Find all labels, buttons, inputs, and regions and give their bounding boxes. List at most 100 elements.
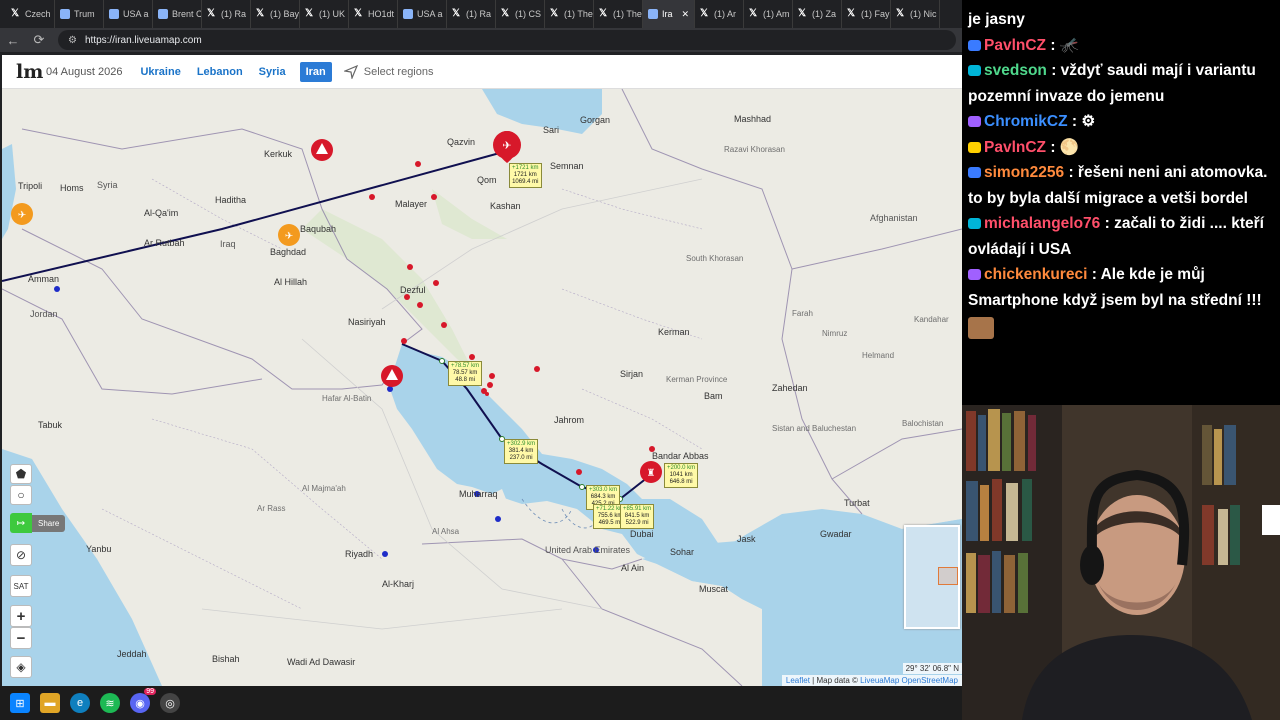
site-info-icon[interactable]: ⚙ bbox=[68, 35, 77, 46]
chat-badge-icon bbox=[968, 269, 981, 281]
browser-tab[interactable]: USA a bbox=[104, 0, 153, 28]
chat-username[interactable]: michalangelo76 bbox=[984, 215, 1100, 232]
browser-tab[interactable]: 𝕏 (1) Fay bbox=[842, 0, 891, 28]
map-label-bam: Bam bbox=[704, 391, 723, 401]
chat-message: chickenkureci : Ale kde je můj Smartphon… bbox=[968, 262, 1274, 313]
region-lebanon[interactable]: Lebanon bbox=[195, 62, 245, 82]
chat-username[interactable]: svedson bbox=[984, 62, 1047, 79]
stream-chat: je jasny PavlnCZ : 🦟 svedson : vždyť saud… bbox=[962, 0, 1280, 405]
region-ukraine[interactable]: Ukraine bbox=[138, 62, 182, 82]
browser-tab[interactable]: 𝕏 HO1dt bbox=[349, 0, 398, 28]
emote-image bbox=[968, 317, 994, 339]
measurement-label: +1721 km 1721 km 1069.4 mi bbox=[509, 163, 542, 188]
url-text: https://iran.liveuamap.com bbox=[84, 34, 202, 46]
url-field[interactable]: ⚙ https://iran.liveuamap.com bbox=[58, 30, 956, 50]
minimap-viewport[interactable] bbox=[938, 567, 958, 585]
region-iran[interactable]: Iran bbox=[299, 61, 332, 82]
chat-username[interactable]: chickenkureci bbox=[984, 266, 1087, 283]
map-label-jask: Jask bbox=[737, 534, 756, 544]
measure-km: 1041 km bbox=[669, 472, 693, 478]
close-tab-icon[interactable]: ✕ bbox=[681, 9, 689, 20]
browser-tab[interactable]: 𝕏 (1) Ra bbox=[447, 0, 496, 28]
chat-emote-icon: ⚙ bbox=[1081, 113, 1096, 130]
back-icon[interactable]: ← bbox=[6, 33, 20, 48]
obs-icon[interactable]: ◎ bbox=[160, 693, 180, 713]
provider-link[interactable]: LiveuaMap OpenStreetMap bbox=[860, 676, 958, 685]
eye-slash-icon: ⊘ bbox=[15, 548, 27, 562]
browser-tab[interactable]: 𝕏 (1) UK bbox=[300, 0, 349, 28]
map-label-uae: United Arab Emirates bbox=[545, 545, 631, 555]
browser-tab[interactable]: 𝕏 (1) CS bbox=[496, 0, 545, 28]
browser-tab[interactable]: 𝕏 (1) Am bbox=[744, 0, 793, 28]
draw-polygon-button[interactable]: ⬟ bbox=[10, 464, 32, 484]
share-control[interactable]: ↦ Share bbox=[10, 513, 66, 533]
hide-markers-button[interactable]: ⊘ bbox=[10, 544, 32, 566]
chat-username[interactable]: ChromikCZ bbox=[984, 113, 1068, 130]
map-label-al-hillah: Al Hillah bbox=[274, 277, 308, 287]
map-label-haditha: Haditha bbox=[215, 195, 247, 205]
browser-tab[interactable]: 𝕏 (1) Ra bbox=[202, 0, 251, 28]
chat-message: svedson : vždyť saudi mají i variantu po… bbox=[968, 58, 1274, 109]
layers-button[interactable]: ◈ bbox=[10, 656, 32, 678]
browser-tab[interactable]: 𝕏 (1) Bay bbox=[251, 0, 300, 28]
spotify-icon[interactable]: ≋ bbox=[100, 693, 120, 713]
map-label-tripoli: Tripoli bbox=[18, 181, 43, 191]
chat-username[interactable]: simon2256 bbox=[984, 164, 1064, 181]
measure-km: 78.57 km bbox=[452, 370, 478, 376]
edge-icon[interactable]: e bbox=[70, 693, 90, 713]
leaflet-link[interactable]: Leaflet bbox=[786, 676, 810, 685]
chat-message: michalangelo76 : začali to židi .... kte… bbox=[968, 211, 1274, 262]
x-icon: 𝕏 bbox=[207, 8, 216, 19]
browser-tab[interactable]: 𝕏 (1) Nic bbox=[891, 0, 940, 28]
map-label-farah: Farah bbox=[792, 309, 813, 318]
browser-tab-label: USA a bbox=[123, 9, 149, 19]
browser-tab-label: (1) The bbox=[564, 9, 593, 19]
browser-tab-label: Brent C bbox=[172, 9, 202, 19]
map-label-dubai: Dubai bbox=[630, 529, 654, 539]
attribution-separator: | Map data © bbox=[809, 676, 861, 685]
x-icon: 𝕏 bbox=[550, 8, 559, 19]
map-label-gorgan: Gorgan bbox=[580, 115, 611, 125]
browser-tab-label: Ira bbox=[662, 9, 673, 19]
browser-tab[interactable]: 𝕏 Czech bbox=[6, 0, 55, 28]
browser-tab-active[interactable]: Ira ✕ bbox=[643, 0, 695, 28]
mini-map[interactable] bbox=[904, 525, 960, 629]
zoom-in-button[interactable]: + bbox=[10, 605, 32, 627]
navigation-icon bbox=[343, 64, 358, 79]
map-label-baghdad: Baghdad bbox=[270, 247, 307, 257]
site-logo[interactable]: lm bbox=[16, 61, 43, 83]
chat-message: PavlnCZ : 🦟 bbox=[968, 33, 1274, 59]
map-label-mashhad: Mashhad bbox=[734, 114, 772, 124]
map-label-jordan: Jordan bbox=[30, 309, 58, 319]
reload-icon[interactable]: ⟳ bbox=[32, 32, 46, 48]
select-regions-button[interactable]: Select regions bbox=[343, 64, 434, 79]
svg-text:♜: ♜ bbox=[647, 468, 656, 479]
browser-tab[interactable]: Trum bbox=[55, 0, 104, 28]
browser-tab[interactable]: 𝕏 (1) The bbox=[594, 0, 643, 28]
coordinates-readout: 29° 32' 06.8" N bbox=[902, 663, 962, 674]
measure-km: 841.5 km bbox=[624, 513, 650, 519]
browser-tab[interactable]: 𝕏 (1) Za bbox=[793, 0, 842, 28]
discord-icon[interactable]: ◉ 99 bbox=[130, 688, 156, 713]
zoom-out-button[interactable]: − bbox=[10, 627, 32, 649]
map-view[interactable]: ✈ ✈ ✈ ♜ Gorgan Sari Qazvin Semnan Mashha… bbox=[2, 89, 962, 686]
chat-username[interactable]: PavlnCZ bbox=[984, 139, 1046, 156]
chat-username[interactable]: PavlnCZ bbox=[984, 37, 1046, 54]
folder-icon[interactable]: ▬ bbox=[40, 693, 60, 713]
map-label-riyadh: Riyadh bbox=[345, 549, 374, 559]
browser-tab-label: (1) CS bbox=[515, 9, 542, 19]
region-syria[interactable]: Syria bbox=[257, 62, 288, 82]
browser-tab[interactable]: USA a bbox=[398, 0, 447, 28]
browser-tab[interactable]: 𝕏 (1) Ar bbox=[695, 0, 744, 28]
map-label-al-ain: Al Ain bbox=[621, 563, 645, 573]
webcam-image bbox=[962, 405, 1280, 720]
draw-circle-button[interactable]: ○ bbox=[10, 485, 32, 505]
map-label-hafar: Hafar Al-Batin bbox=[322, 394, 372, 403]
browser-tab[interactable]: Brent C bbox=[153, 0, 202, 28]
map-label-kerkuk: Kerkuk bbox=[264, 149, 293, 159]
browser-tab[interactable]: 𝕏 (1) The bbox=[545, 0, 594, 28]
windows-icon[interactable]: ⊞ bbox=[10, 693, 30, 713]
chat-badge-icon bbox=[968, 65, 981, 77]
webcam-feed bbox=[962, 405, 1280, 720]
satellite-button[interactable]: SAT bbox=[10, 575, 32, 597]
